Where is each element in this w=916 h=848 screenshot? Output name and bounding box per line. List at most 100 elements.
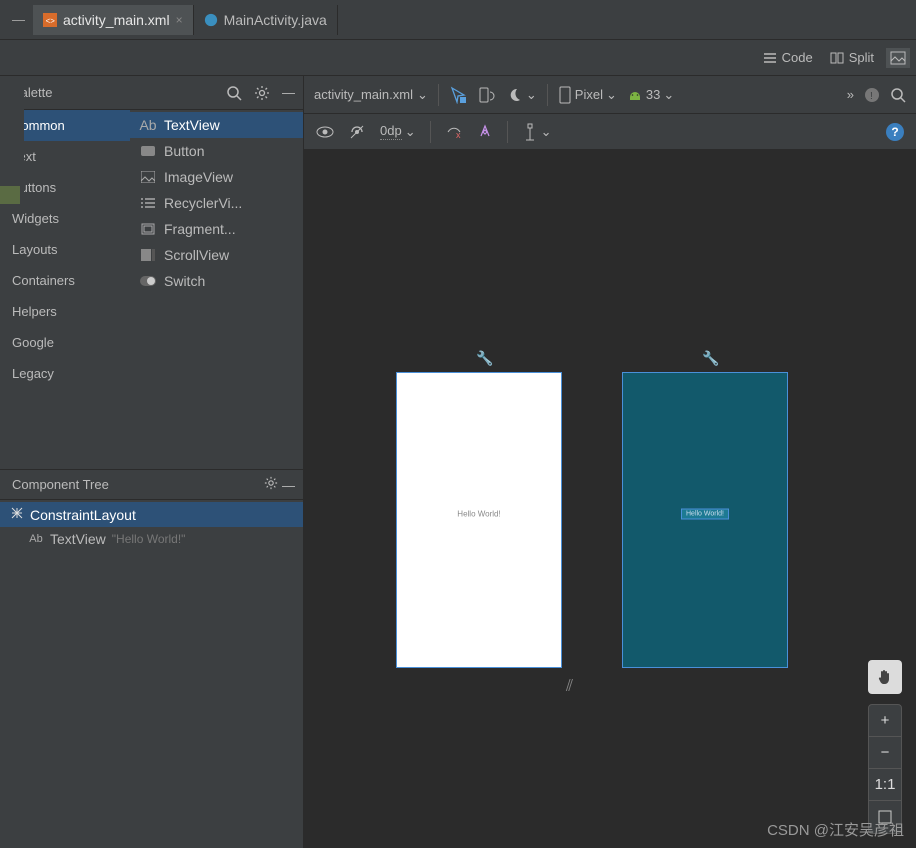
switch-icon [140,273,156,289]
palette-category-legacy[interactable]: Legacy [0,358,130,389]
tree-node-constraintlayout[interactable]: ConstraintLayout [0,502,303,527]
zoom-controls: + − 1:1 [868,704,902,834]
split-view-label: Split [849,50,874,65]
zoom-out-button[interactable]: − [869,737,901,769]
android-icon [627,87,643,103]
svg-text:x: x [456,130,461,140]
widget-label: Switch [164,273,205,289]
list-icon [140,195,156,211]
device-dropdown[interactable]: Pixel⌄ [558,86,617,104]
component-tree-title: Component Tree [12,477,109,492]
design-preview-blueprint[interactable]: Hello World! [622,372,788,668]
tool-window-rail[interactable] [0,76,24,206]
palette-widget-recyclerview[interactable]: RecyclerVi... [130,190,303,216]
code-view-tab[interactable]: Code [758,48,817,68]
widget-label: Fragment... [164,221,236,237]
split-icon [829,50,845,66]
device-label: Pixel [575,87,603,102]
textview-icon: Ab [140,117,156,133]
lines-icon [762,50,778,66]
preview-text: Hello World! [457,510,500,519]
gear-icon[interactable] [264,476,278,490]
guidelines-icon[interactable]: ⌄ [522,123,552,141]
tab-label: MainActivity.java [224,12,327,28]
autoconnect-icon[interactable] [348,123,366,141]
design-preview-light[interactable]: Hello World! [396,372,562,668]
help-icon[interactable]: ? [886,123,904,141]
scrollview-icon [140,247,156,263]
orientation-icon[interactable] [477,86,495,104]
fragment-icon [140,221,156,237]
svg-text:!: ! [870,91,873,102]
image-icon [890,50,906,66]
api-label: 33 [646,87,660,102]
surface-select-icon[interactable] [449,86,467,104]
separator [438,84,439,106]
wrench-icon[interactable]: 🔧 [476,350,493,367]
textview-icon: Ab [28,531,44,547]
collapse-icon[interactable]: — [282,478,295,493]
layout-file-dropdown[interactable]: activity_main.xml ⌄ [314,87,428,103]
preview-text: Hello World! [681,509,729,520]
palette-widget-fragment[interactable]: Fragment... [130,216,303,242]
tree-node-label: TextView [50,531,106,547]
design-view-tab[interactable] [886,48,910,68]
search-icon[interactable] [890,87,906,103]
overflow-icon[interactable]: » [847,87,854,102]
default-margin-dropdown[interactable]: 0dp ⌄ [380,123,416,140]
palette-category-helpers[interactable]: Helpers [0,296,130,327]
resize-handle-icon[interactable]: ⫽ [566,678,573,696]
separator [430,121,431,143]
button-icon [140,143,156,159]
palette-widget-textview[interactable]: Ab TextView [130,112,303,138]
editor-tab-bar: — <> activity_main.xml × MainActivity.ja… [0,0,916,40]
image-icon [140,169,156,185]
palette-widget-button[interactable]: Button [130,138,303,164]
tab-mainactivity-java[interactable]: MainActivity.java [194,5,338,35]
tab-activity-main-xml[interactable]: <> activity_main.xml × [33,5,194,35]
design-canvas[interactable]: 🔧 🔧 Hello World! Hello World! ⫽ + − 1:1 [304,150,916,848]
palette-category-layouts[interactable]: Layouts [0,234,130,265]
palette-category-containers[interactable]: Containers [0,265,130,296]
zoom-fit-button[interactable]: 1:1 [869,769,901,801]
code-view-label: Code [782,50,813,65]
palette-category-google[interactable]: Google [0,327,130,358]
close-icon[interactable]: × [176,13,183,27]
chevron-down-icon: ⌄ [417,87,428,103]
view-mode-bar: Code Split [0,40,916,76]
split-view-tab[interactable]: Split [825,48,878,68]
widget-label: TextView [164,117,220,133]
palette-widget-imageview[interactable]: ImageView [130,164,303,190]
watermark: CSDN @江安吴彦祖 [767,819,904,840]
palette-header: Palette — [0,76,303,110]
clear-constraints-icon[interactable]: x [445,123,463,141]
api-dropdown[interactable]: 33⌄ [627,87,674,103]
palette-category-widgets[interactable]: Widgets [0,203,130,234]
xml-file-icon: <> [43,13,57,27]
pan-button[interactable] [868,660,902,694]
svg-text:<>: <> [46,16,56,25]
palette-widget-scrollview[interactable]: ScrollView [130,242,303,268]
component-tree: ConstraintLayout Ab TextView "Hello Worl… [0,500,303,848]
widget-label: Button [164,143,204,159]
file-label: activity_main.xml [314,87,413,102]
tree-node-preview: "Hello World!" [112,532,186,546]
gear-icon[interactable] [254,85,270,101]
separator [507,121,508,143]
minimize-icon[interactable]: — [4,12,33,27]
search-icon[interactable] [226,85,242,101]
widget-label: RecyclerVi... [164,195,242,211]
view-options-icon[interactable] [316,125,334,139]
collapse-icon[interactable]: — [282,85,295,101]
palette-widget-list: Ab TextView Button ImageView RecyclerVi.… [130,110,303,469]
tree-node-textview[interactable]: Ab TextView "Hello World!" [0,527,303,551]
wrench-icon[interactable]: 🔧 [702,350,719,367]
widget-label: ScrollView [164,247,229,263]
zoom-in-button[interactable]: + [869,705,901,737]
separator [547,84,548,106]
infer-constraints-icon[interactable] [477,124,493,140]
warnings-icon[interactable]: ! [864,87,880,103]
palette-widget-switch[interactable]: Switch [130,268,303,294]
main-area: Palette — Common Text Buttons Widgets La… [0,76,916,848]
night-mode-icon[interactable]: ⌄ [505,86,537,104]
